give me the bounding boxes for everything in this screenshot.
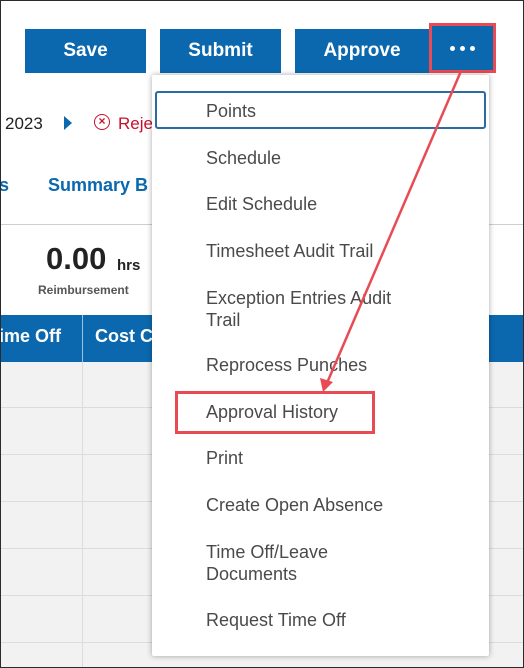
- screenshot-frame: Save Submit Approve 2023 × Reje s Summar…: [0, 0, 524, 668]
- annotation-arrow: [320, 70, 463, 392]
